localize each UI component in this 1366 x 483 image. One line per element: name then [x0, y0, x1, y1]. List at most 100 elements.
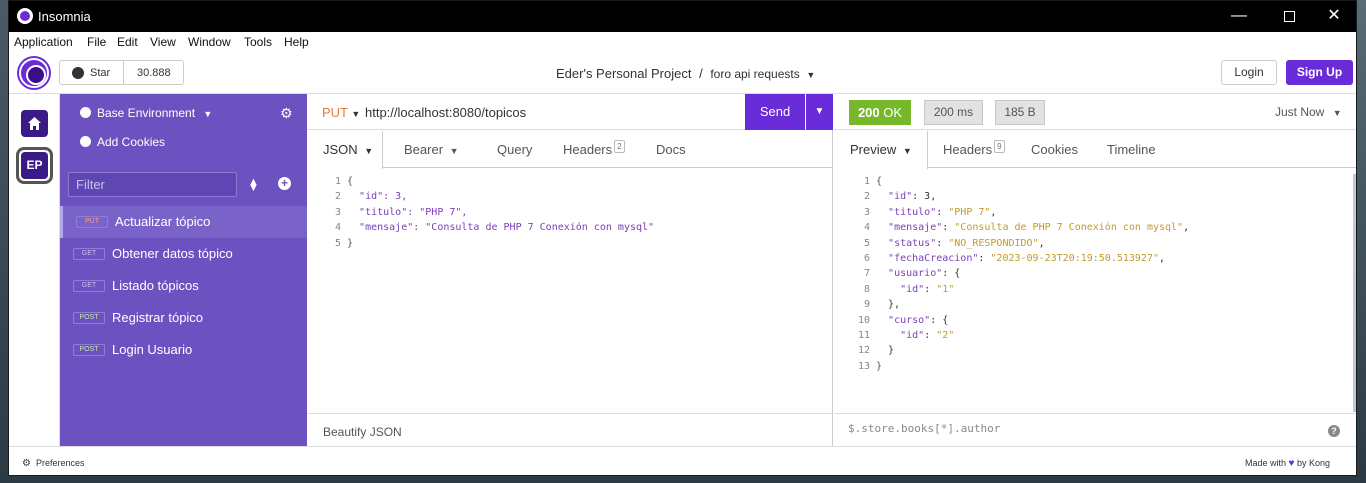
method-badge: GET [73, 248, 105, 260]
caret-down-icon: ▼ [364, 146, 374, 156]
url-bar: PUT ▼ http://localhost:8080/topicos Send… [307, 94, 833, 130]
request-pane: PUT ▼ http://localhost:8080/topicos Send… [307, 94, 833, 446]
sidebar-request-listado-topicos[interactable]: GET Listado tópicos [60, 270, 307, 302]
insomnia-brand-icon[interactable] [19, 58, 49, 88]
cookie-icon [80, 136, 91, 147]
github-icon [72, 67, 84, 79]
breadcrumb-project[interactable]: Eder's Personal Project [556, 66, 691, 81]
beautify-json-button[interactable]: Beautify JSON [323, 425, 402, 439]
sidebar-request-registrar-topico[interactable]: POST Registrar tópico [60, 302, 307, 334]
send-button[interactable]: Send [745, 94, 805, 130]
signup-button[interactable]: Sign Up [1286, 60, 1353, 85]
tab-response-headers[interactable]: Headers 9 [927, 131, 1005, 168]
send-options-button[interactable]: ▼ [806, 94, 833, 130]
method-badge: POST [73, 344, 105, 356]
menu-help[interactable]: Help [284, 35, 309, 49]
url-input[interactable]: http://localhost:8080/topicos [365, 105, 526, 120]
tab-preview[interactable]: Preview ▼ [834, 131, 928, 169]
star-label: Star [90, 67, 111, 79]
tab-docs[interactable]: Docs [640, 131, 686, 168]
close-button[interactable]: ✕ [1311, 5, 1356, 29]
sidebar-request-login-usuario[interactable]: POST Login Usuario [60, 334, 307, 366]
login-button[interactable]: Login [1221, 60, 1277, 85]
filter-box [68, 172, 237, 197]
request-footer: Beautify JSON [307, 413, 832, 446]
method-badge: POST [73, 312, 105, 324]
home-icon [28, 117, 41, 130]
tab-timeline[interactable]: Timeline [1091, 131, 1156, 168]
environment-selector[interactable]: Base Environment ▼ [80, 106, 212, 120]
menu-view[interactable]: View [150, 35, 176, 49]
minimize-button[interactable]: — [1216, 5, 1262, 29]
method-badge: GET [73, 280, 105, 292]
response-size-badge: 185 B [995, 100, 1045, 125]
add-request-icon[interactable]: + [278, 177, 291, 190]
github-star-button[interactable]: Star 30.888 [59, 60, 184, 85]
tab-cookies[interactable]: Cookies [1015, 131, 1078, 168]
title-bar: Insomnia — ✕ [9, 1, 1356, 32]
insomnia-window: Insomnia — ✕ Application File Edit View … [8, 0, 1357, 476]
menu-window[interactable]: Window [188, 35, 231, 49]
request-name: Obtener datos tópico [112, 246, 233, 261]
caret-down-icon: ▼ [203, 109, 213, 119]
insomnia-logo-icon [17, 8, 33, 24]
tab-body[interactable]: JSON ▼ [307, 131, 383, 169]
menu-application[interactable]: Application [14, 35, 73, 49]
sort-icon[interactable]: ▲ ▼ [248, 176, 259, 200]
response-headers-count-badge: 9 [994, 140, 1005, 153]
add-cookies-button[interactable]: Add Cookies [80, 135, 165, 149]
gear-icon[interactable]: ⚙ [280, 105, 293, 122]
method-badge: PUT [76, 216, 108, 228]
request-name: Registrar tópico [112, 310, 204, 325]
caret-down-icon: ▼ [814, 106, 825, 117]
response-filter-input[interactable] [848, 422, 1288, 435]
response-status-bar: 200 OK 200 ms 185 B Just Now ▼ [834, 94, 1356, 130]
response-filter-bar: ? [834, 413, 1356, 446]
preferences-button[interactable]: ⚙ Preferences [22, 458, 85, 469]
caret-down-icon: ▼ [902, 146, 912, 156]
caret-down-icon: ▼ [806, 70, 816, 80]
help-icon[interactable]: ? [1328, 425, 1340, 437]
menu-bar: Application File Edit View Window Tools … [9, 32, 1356, 52]
home-button[interactable] [21, 110, 48, 137]
tab-query[interactable]: Query [481, 131, 532, 168]
workspace-rail: EP [9, 94, 60, 446]
workspace-avatar: EP [21, 152, 48, 179]
response-time-badge: 200 ms [924, 100, 983, 125]
caret-down-icon: ▼ [1332, 108, 1342, 118]
workspace-switcher[interactable]: EP [16, 147, 53, 184]
made-with-kong[interactable]: Made with ♥ by Kong [1245, 458, 1330, 469]
breadcrumb-collection[interactable]: foro api requests [710, 67, 799, 81]
menu-file[interactable]: File [87, 35, 106, 49]
tab-headers[interactable]: Headers 2 [547, 131, 625, 168]
sidebar-request-obtener-datos-topico[interactable]: GET Obtener datos tópico [60, 238, 307, 270]
breadcrumb[interactable]: Eder's Personal Project / foro api reque… [556, 66, 815, 81]
response-pane: 200 OK 200 ms 185 B Just Now ▼ Preview ▼… [834, 94, 1356, 446]
caret-down-icon: ▼ [351, 109, 361, 119]
method-selector[interactable]: PUT ▼ [322, 105, 360, 120]
environment-icon [80, 107, 91, 118]
request-name: Actualizar tópico [115, 214, 211, 229]
request-sidebar: Base Environment ▼ ⚙ Add Cookies ▲▼ + PU… [60, 94, 307, 446]
star-count: 30.888 [137, 67, 171, 79]
menu-tools[interactable]: Tools [244, 35, 272, 49]
response-body-viewer[interactable]: 1{ 2 "id": 3, 3 "titulo": "PHP 7", 4 "me… [836, 174, 1189, 374]
status-badge: 200 OK [849, 100, 911, 125]
maximize-button[interactable] [1266, 5, 1312, 29]
status-bar: ⚙ Preferences Made with ♥ by Kong [9, 446, 1356, 475]
menu-edit[interactable]: Edit [117, 35, 138, 49]
headers-count-badge: 2 [614, 140, 625, 153]
tab-auth[interactable]: Bearer ▼ [388, 131, 459, 168]
filter-input[interactable] [69, 173, 229, 196]
request-name: Login Usuario [112, 342, 193, 357]
request-name: Listado tópicos [112, 278, 199, 293]
sidebar-request-actualizar-topico[interactable]: PUT Actualizar tópico [60, 206, 307, 238]
maximize-icon [1283, 11, 1295, 22]
response-history-dropdown[interactable]: Just Now ▼ [1275, 105, 1342, 119]
gear-icon: ⚙ [22, 458, 31, 469]
app-header: Star 30.888 Eder's Personal Project / fo… [9, 53, 1356, 94]
response-tabs: Preview ▼ Headers 9 Cookies Timeline [834, 131, 1356, 169]
response-scrollbar[interactable] [1353, 174, 1356, 412]
request-body-editor[interactable]: 1{ 2 "id": 3, 3 "titulo": "PHP 7", 4 "me… [307, 174, 654, 251]
window-title: Insomnia [38, 9, 91, 24]
